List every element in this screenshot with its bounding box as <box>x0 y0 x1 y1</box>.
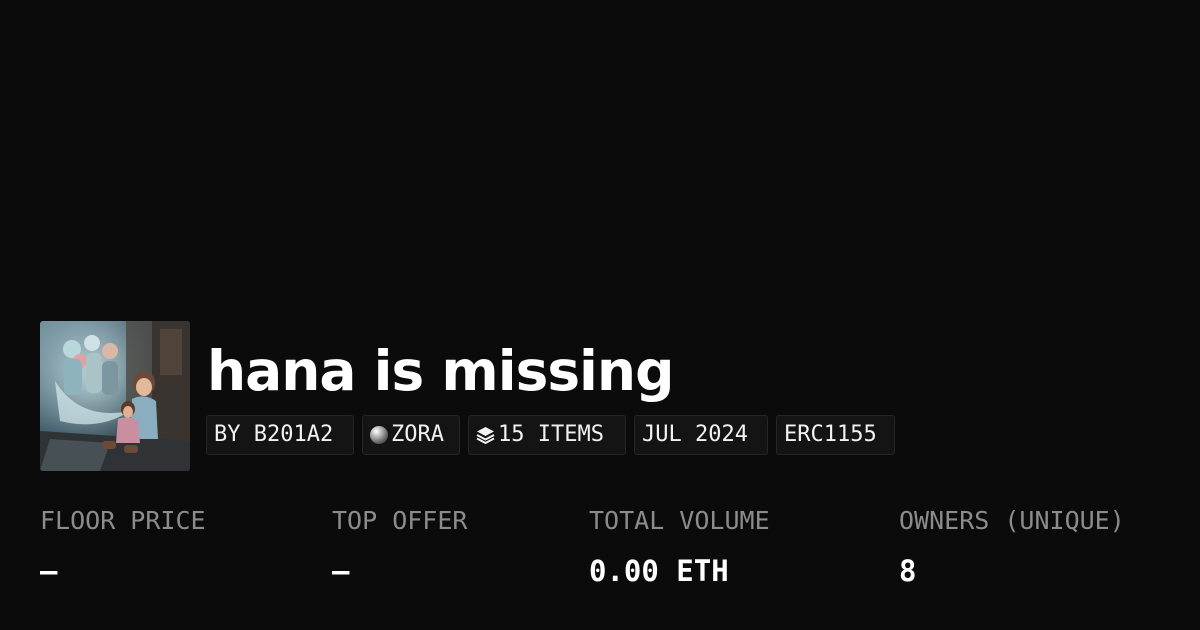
floor-price-value: – <box>40 554 58 588</box>
date-tag: JUL 2024 <box>634 415 768 455</box>
zora-orb-icon <box>370 426 388 444</box>
date-label: JUL 2024 <box>642 422 748 447</box>
floor-price-label: FLOOR PRICE <box>40 506 206 535</box>
creator-label: BY B201A2 <box>214 422 334 447</box>
owners-value: 8 <box>899 554 917 588</box>
chain-tag[interactable]: ZORA <box>362 415 460 455</box>
total-volume-value: 0.00 ETH <box>589 554 729 588</box>
layers-icon <box>476 426 495 444</box>
items-label: 15 ITEMS <box>498 422 604 447</box>
owners-label: OWNERS (UNIQUE) <box>899 506 1125 535</box>
total-volume-label: TOTAL VOLUME <box>589 506 770 535</box>
collection-title: hana is missing <box>207 339 674 403</box>
creator-tag[interactable]: BY B201A2 <box>206 415 354 455</box>
standard-tag: ERC1155 <box>776 415 895 455</box>
standard-label: ERC1155 <box>784 422 877 447</box>
top-offer-value: – <box>332 554 350 588</box>
items-tag[interactable]: 15 ITEMS <box>468 415 626 455</box>
collection-thumbnail <box>40 321 190 471</box>
chain-label: ZORA <box>391 422 444 447</box>
top-offer-label: TOP OFFER <box>332 506 468 535</box>
